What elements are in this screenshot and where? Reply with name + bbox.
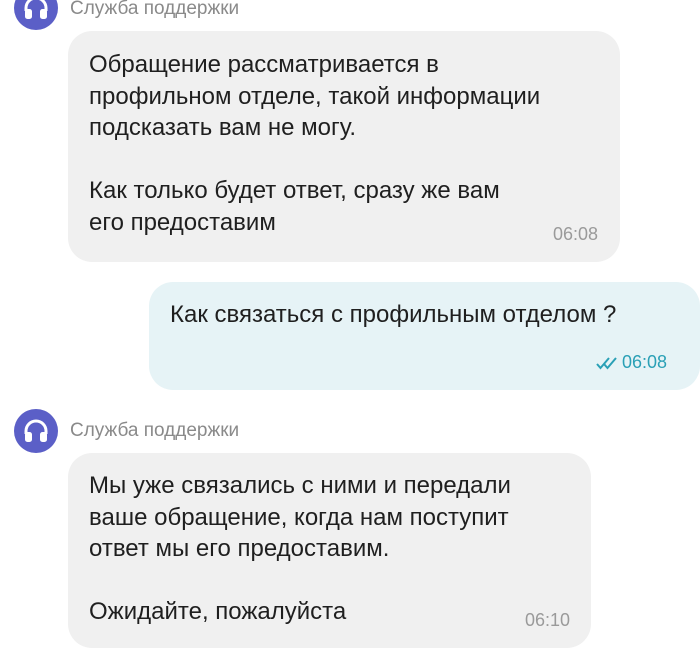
incoming-message[interactable]: Обращение рассматривается в профильном о… (68, 31, 620, 262)
message-time: 06:10 (524, 610, 570, 630)
incoming-message[interactable]: Мы уже связались с ними и передали ваше … (68, 453, 591, 648)
outgoing-message[interactable]: Как связаться с профильным отделом ? 06:… (149, 282, 700, 390)
headphones-icon (24, 419, 48, 442)
message-text: Обращение рассматривается в профильном о… (89, 51, 541, 236)
message-text: Мы уже связались с ними и передали ваше … (89, 472, 511, 625)
headphones-icon (24, 0, 48, 19)
message-time: 06:08 (552, 224, 598, 244)
message-status: 06:08 (596, 352, 667, 373)
sender-name: Служба поддержки (70, 420, 240, 441)
sender-name: Служба поддержки (70, 0, 240, 19)
support-avatar (14, 0, 58, 30)
message-text: Как связаться с профильным отделом ? (170, 301, 617, 328)
double-check-icon (596, 357, 617, 370)
support-avatar (14, 409, 58, 453)
message-time: 06:08 (621, 352, 667, 372)
